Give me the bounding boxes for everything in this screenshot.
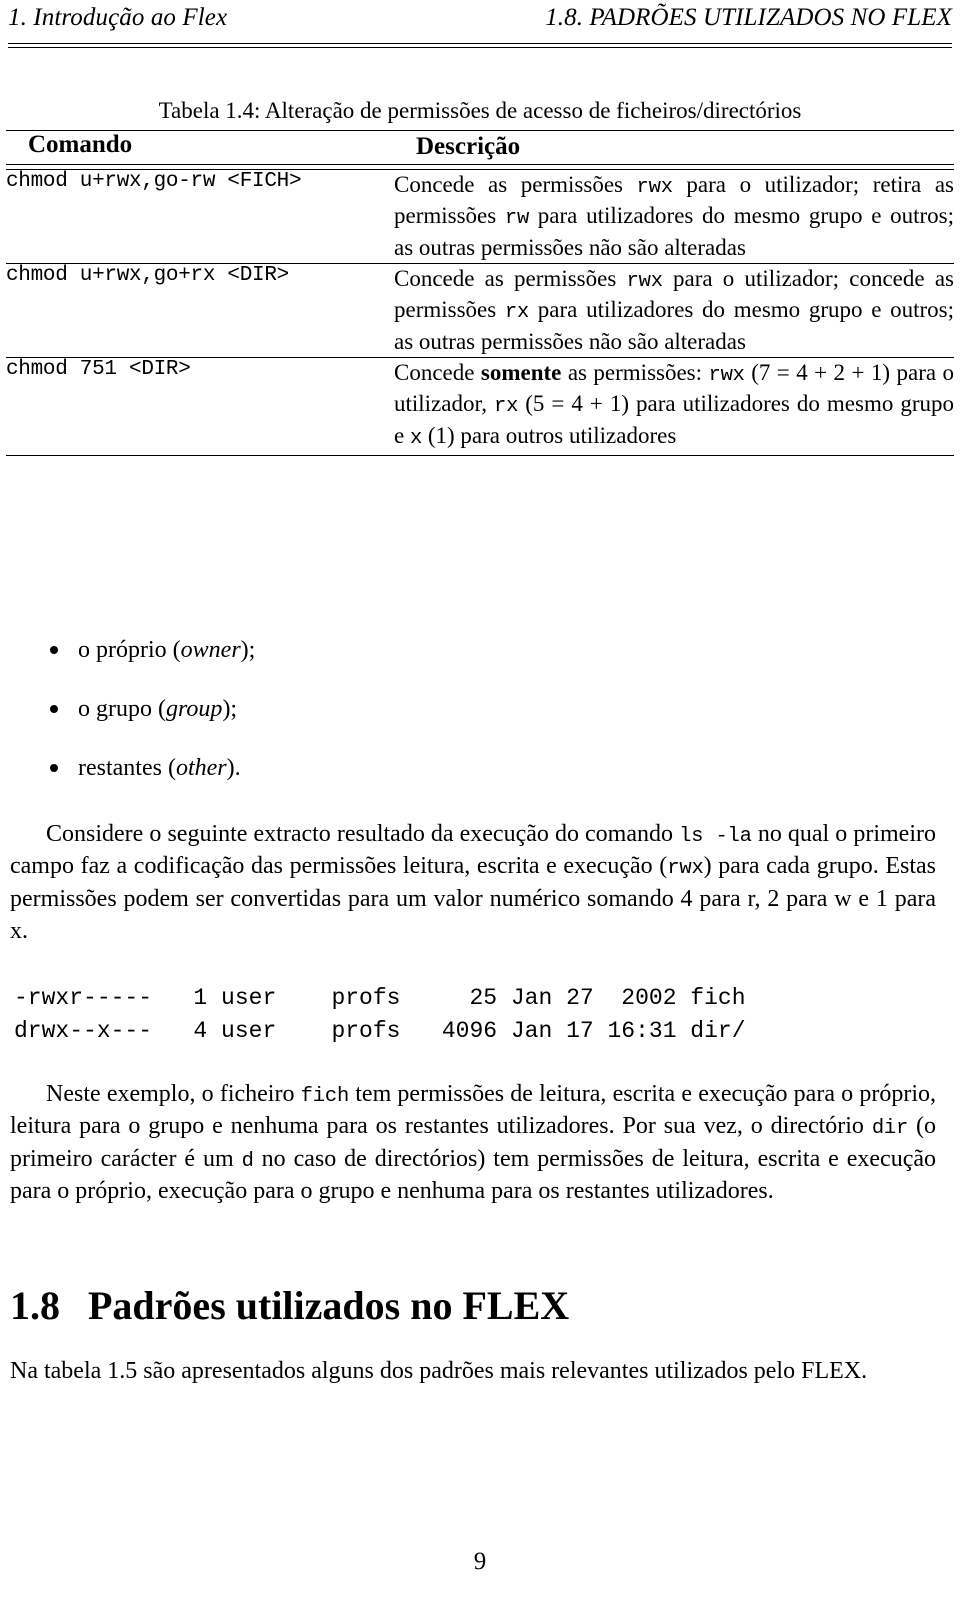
text-run: Concede as permissões [394,171,637,197]
list-item: o grupo (group); [0,695,960,724]
table-row: chmod u+rwx,go-rw <FICH> Concede as permi… [6,170,954,264]
text-run: para outros utilizadores [454,423,677,449]
table-cell-description: Concede as permissões rwx para o utiliza… [394,264,954,358]
bullet-icon [50,763,58,772]
table-row: chmod u+rwx,go+rx <DIR> Concede as permis… [6,264,954,358]
permissions-table: Comando Descrição [6,131,954,164]
running-header-rule [8,43,952,48]
list-item-term: owner [180,637,241,663]
list-item-label: restantes ( [78,754,176,781]
ls-output-listing: -rwxr----- 1 user profs 25 Jan 27 2002 f… [14,982,746,1047]
list-item-label: o grupo ( [78,695,166,722]
inline-code: x [409,427,423,451]
section-number: 1.8 [10,1283,60,1328]
list-item-label: o próprio ( [78,637,181,663]
code-line: -rwxr----- 1 user profs 25 Jan 27 2002 f… [14,985,746,1011]
list-item-term: group [165,695,223,722]
table-cell-command: chmod u+rwx,go+rx <DIR> [6,263,289,287]
list-item: o próprio (owner); [0,636,960,665]
bullet-icon [50,704,58,713]
bullet-icon [50,646,58,655]
table-cell-command: chmod u+rwx,go-rw <FICH> [6,169,302,193]
text-run: as permissões: [561,359,709,385]
paragraph-na-tabela: Na tabela 1.5 são apresentados alguns do… [10,1358,868,1384]
code-line: drwx--x--- 4 user profs 4096 Jan 17 16:3… [14,1017,746,1044]
list-item-tail: ); [240,637,256,663]
emphasis-bold: somente [480,359,562,385]
paragraph-considere: Considere o seguinte extracto resultado … [10,818,936,947]
list-item: restantes (other). [0,754,960,783]
permission-groups-list: o próprio (owner); o grupo (group); restan… [0,636,960,812]
text-run: Neste exemplo, o ficheiro [46,1081,301,1107]
running-header-right: 1.8. PADRÕES UTILIZADOS NO FLEX [545,4,952,31]
inline-code: rwx [626,269,663,293]
paragraph-neste-exemplo: Neste exemplo, o ficheiro fich tem permi… [10,1078,936,1208]
table-header-descricao: Descrição [416,133,521,160]
running-header: 1. Introdução ao Flex 1.8. PADRÕES UTILI… [8,4,952,42]
section-heading: 1.8 Padrões utilizados no FLEX [10,1282,569,1329]
inline-code: rwx [636,175,674,199]
inline-code: rw [504,207,530,231]
inline-math: (5 = 4 + 1) [518,391,629,417]
inline-math: (7 = 4 + 2 + 1) [744,359,891,385]
inline-code: ls -la [679,825,752,848]
table-bottom-rule [6,454,954,456]
inline-code: d [241,1149,254,1173]
permissions-table-body: chmod u+rwx,go-rw <FICH> Concede as permi… [6,170,954,453]
table-header-comando: Comando [28,131,133,158]
list-item-term: other [175,754,227,781]
table-row: chmod 751 <DIR> Concede somente as permis… [6,358,954,453]
inline-code: dir [871,1117,909,1141]
section-title: Padrões utilizados no FLEX [88,1283,570,1328]
inline-code: rwx [708,363,745,387]
table-caption: Tabela 1.4: Alteração de permissões de a… [158,98,802,123]
table-cell-command: chmod 751 <DIR> [6,357,191,381]
table-cell-description: Concede as permissões rwx para o utiliza… [394,170,954,264]
table-cell-description: Concede somente as permissões: rwx (7 = … [394,358,954,453]
inline-code: rwx [667,857,704,881]
list-item-tail: ); [222,695,238,722]
text-run: Considere o seguinte extracto resultado … [46,821,680,847]
inline-math: (1) [422,423,455,449]
table-header-row: Comando Descrição [6,131,954,164]
inline-code: fich [300,1085,350,1108]
text-run: Concede as permissões [394,265,627,291]
list-item-tail: ). [226,754,241,781]
page-number: 9 [473,1548,487,1575]
running-header-left: 1. Introdução ao Flex [8,4,228,31]
inline-code: rx [504,301,530,325]
document-page: 1. Introdução ao Flex 1.8. PADRÕES UTILI… [0,0,960,1609]
permissions-table-block: Tabela 1.4: Alteração de permissões de a… [0,98,960,456]
text-run: Concede [394,359,481,385]
inline-code: rx [493,395,519,419]
